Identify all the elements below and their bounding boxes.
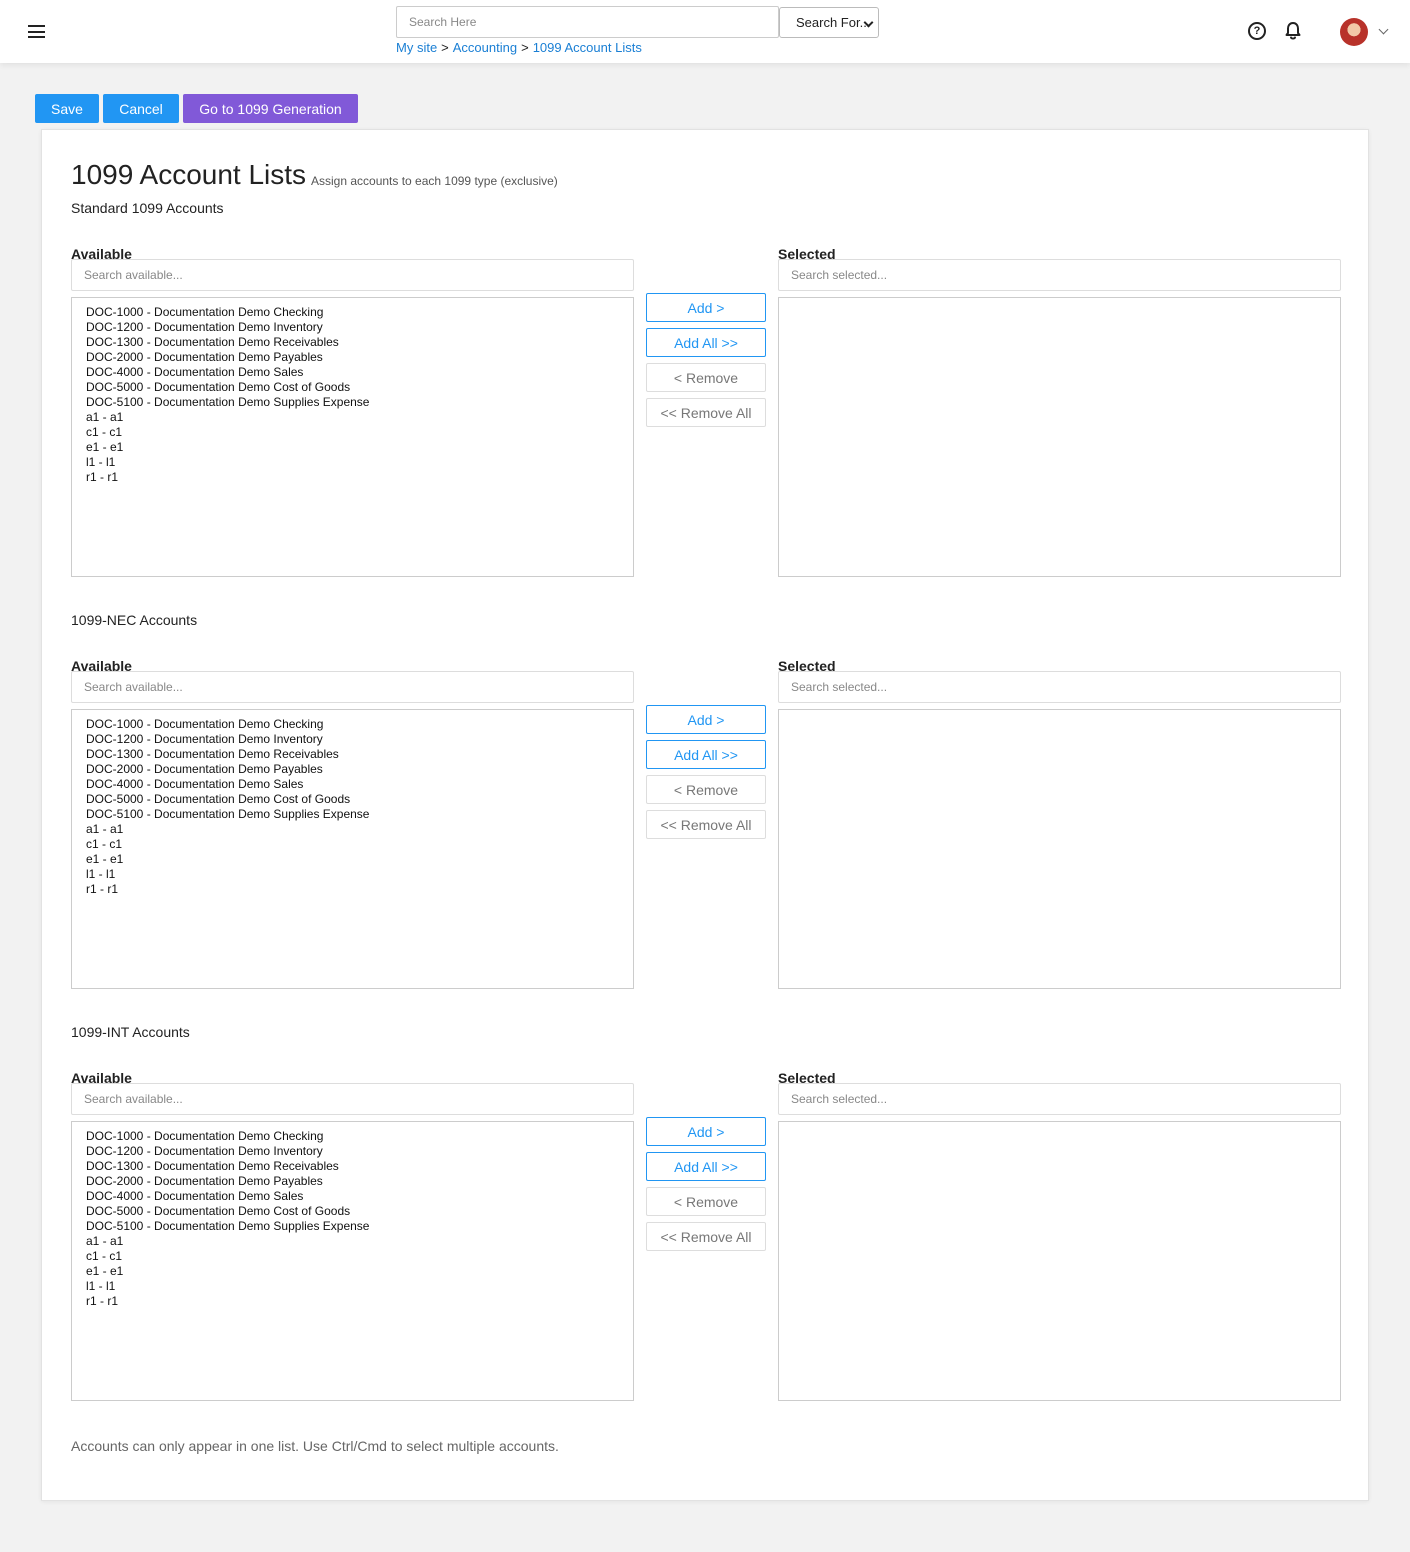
list-item[interactable]: DOC-1200 - Documentation Demo Inventory	[86, 1144, 633, 1159]
remove-button[interactable]: < Remove	[646, 1187, 766, 1216]
selected-listbox[interactable]	[778, 1121, 1341, 1401]
add-button[interactable]: Add >	[646, 1117, 766, 1146]
remove-button[interactable]: < Remove	[646, 775, 766, 804]
breadcrumb-1099-account-lists[interactable]: 1099 Account Lists	[533, 40, 642, 55]
save-button[interactable]: Save	[35, 94, 99, 123]
remove-all-button[interactable]: << Remove All	[646, 398, 766, 427]
search-selected-input[interactable]	[778, 1083, 1341, 1115]
main-card: 1099 Account Lists Assign accounts to ea…	[41, 129, 1369, 1501]
section-title: 1099-NEC Accounts	[71, 612, 198, 628]
list-item[interactable]: DOC-1300 - Documentation Demo Receivable…	[86, 335, 633, 350]
chevron-down-icon[interactable]	[1378, 24, 1389, 35]
list-item[interactable]: r1 - r1	[86, 470, 633, 485]
list-item[interactable]: r1 - r1	[86, 1294, 633, 1309]
list-item[interactable]: r1 - r1	[86, 882, 633, 897]
remove-button[interactable]: < Remove	[646, 363, 766, 392]
list-item[interactable]: DOC-1000 - Documentation Demo Checking	[86, 1129, 633, 1144]
list-item[interactable]: e1 - e1	[86, 1264, 633, 1279]
list-item[interactable]: DOC-2000 - Documentation Demo Payables	[86, 1174, 633, 1189]
list-item[interactable]: DOC-1000 - Documentation Demo Checking	[86, 305, 633, 320]
list-item[interactable]: DOC-1000 - Documentation Demo Checking	[86, 717, 633, 732]
help-circle-icon[interactable]: ?	[1248, 22, 1266, 40]
breadcrumb: My site > Accounting >1099 Account Lists	[396, 40, 642, 55]
available-listbox[interactable]: DOC-1000 - Documentation Demo Checking D…	[71, 1121, 634, 1401]
list-item[interactable]: e1 - e1	[86, 440, 633, 455]
search-for-select[interactable]: Search For...	[779, 7, 879, 38]
cancel-button[interactable]: Cancel	[103, 94, 179, 123]
global-search-input[interactable]	[396, 6, 779, 38]
breadcrumb-separator: >	[521, 40, 529, 55]
user-avatar[interactable]	[1340, 18, 1368, 46]
list-item[interactable]: DOC-4000 - Documentation Demo Sales	[86, 365, 633, 380]
bell-icon[interactable]	[1284, 21, 1302, 41]
hamburger-menu-icon[interactable]	[28, 25, 45, 38]
top-bar: Search For... My site > Accounting >1099 Ac…	[0, 0, 1410, 63]
selected-listbox[interactable]	[778, 709, 1341, 989]
list-item[interactable]: DOC-5000 - Documentation Demo Cost of Go…	[86, 1204, 633, 1219]
list-item[interactable]: DOC-1200 - Documentation Demo Inventory	[86, 320, 633, 335]
breadcrumb-accounting[interactable]: Accounting	[453, 40, 517, 55]
section-1099-nec: 1099-NEC Accounts Available Selected DOC…	[71, 612, 1341, 992]
search-available-input[interactable]	[71, 259, 634, 291]
list-item[interactable]: l1 - l1	[86, 1279, 633, 1294]
go-to-1099-generation-button[interactable]: Go to 1099 Generation	[183, 94, 358, 123]
list-item[interactable]: DOC-2000 - Documentation Demo Payables	[86, 762, 633, 777]
list-item[interactable]: c1 - c1	[86, 837, 633, 852]
list-item[interactable]: l1 - l1	[86, 867, 633, 882]
breadcrumb-my-site[interactable]: My site	[396, 40, 437, 55]
list-item[interactable]: DOC-1200 - Documentation Demo Inventory	[86, 732, 633, 747]
list-item[interactable]: DOC-2000 - Documentation Demo Payables	[86, 350, 633, 365]
search-available-input[interactable]	[71, 1083, 634, 1115]
list-item[interactable]: DOC-4000 - Documentation Demo Sales	[86, 777, 633, 792]
search-selected-input[interactable]	[778, 671, 1341, 703]
search-for-select-value: Search For...	[796, 15, 871, 30]
list-item[interactable]: a1 - a1	[86, 822, 633, 837]
list-item[interactable]: a1 - a1	[86, 1234, 633, 1249]
remove-all-button[interactable]: << Remove All	[646, 810, 766, 839]
add-all-button[interactable]: Add All >>	[646, 1152, 766, 1181]
section-standard-1099: Standard 1099 Accounts Available Selecte…	[71, 200, 1341, 580]
list-item[interactable]: DOC-5000 - Documentation Demo Cost of Go…	[86, 380, 633, 395]
breadcrumb-separator: >	[441, 40, 449, 55]
selected-listbox[interactable]	[778, 297, 1341, 577]
search-selected-input[interactable]	[778, 259, 1341, 291]
list-item[interactable]: c1 - c1	[86, 1249, 633, 1264]
list-item[interactable]: DOC-1300 - Documentation Demo Receivable…	[86, 747, 633, 762]
add-button[interactable]: Add >	[646, 293, 766, 322]
list-item[interactable]: DOC-5100 - Documentation Demo Supplies E…	[86, 807, 633, 822]
list-item[interactable]: a1 - a1	[86, 410, 633, 425]
add-button[interactable]: Add >	[646, 705, 766, 734]
section-title: 1099-INT Accounts	[71, 1024, 190, 1040]
list-item[interactable]: DOC-4000 - Documentation Demo Sales	[86, 1189, 633, 1204]
help-footnote: Accounts can only appear in one list. Us…	[71, 1438, 559, 1454]
list-item[interactable]: DOC-5000 - Documentation Demo Cost of Go…	[86, 792, 633, 807]
add-all-button[interactable]: Add All >>	[646, 740, 766, 769]
list-item[interactable]: e1 - e1	[86, 852, 633, 867]
remove-all-button[interactable]: << Remove All	[646, 1222, 766, 1251]
list-item[interactable]: DOC-1300 - Documentation Demo Receivable…	[86, 1159, 633, 1174]
page-title: 1099 Account Lists	[71, 159, 307, 190]
section-1099-int: 1099-INT Accounts Available Selected DOC…	[71, 1024, 1341, 1404]
list-item[interactable]: DOC-5100 - Documentation Demo Supplies E…	[86, 395, 633, 410]
list-item[interactable]: l1 - l1	[86, 455, 633, 470]
available-listbox[interactable]: DOC-1000 - Documentation Demo Checking D…	[71, 709, 634, 989]
search-available-input[interactable]	[71, 671, 634, 703]
list-item[interactable]: c1 - c1	[86, 425, 633, 440]
available-listbox[interactable]: DOC-1000 - Documentation Demo Checking D…	[71, 297, 634, 577]
add-all-button[interactable]: Add All >>	[646, 328, 766, 357]
section-title: Standard 1099 Accounts	[71, 200, 224, 216]
list-item[interactable]: DOC-5100 - Documentation Demo Supplies E…	[86, 1219, 633, 1234]
page-subtitle: Assign accounts to each 1099 type (exclu…	[311, 174, 558, 188]
